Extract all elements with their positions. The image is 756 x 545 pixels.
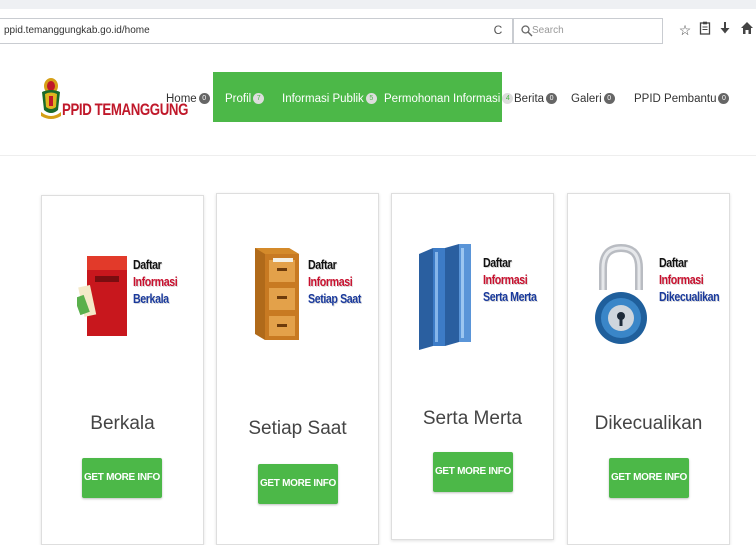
tab-strip <box>0 0 756 9</box>
nav-berita-label: Berita <box>514 93 545 105</box>
filing-cabinet-icon <box>255 248 299 340</box>
search-field[interactable]: Search <box>513 18 663 44</box>
card-dikecualikan-button[interactable]: GET MORE INFO <box>609 458 689 498</box>
nav-home-badge: 0 <box>198 93 210 105</box>
search-placeholder: Search <box>532 25 564 36</box>
card-setiap-saat-title: Setiap Saat <box>248 418 347 439</box>
card-dikecualikan-image: Daftar Informasi Dikecualikan <box>593 236 720 376</box>
reload-icon[interactable]: C <box>490 22 506 38</box>
nav-profil-badge: 7 <box>253 93 265 105</box>
nav-permohonan-informasi-label: Permohonan Informasi <box>384 93 501 105</box>
card-setiap-saat-image-text: Daftar Informasi Setiap Saat <box>308 257 361 306</box>
nav-ppid-pembantu-badge: 0 <box>718 93 730 105</box>
card-serta-merta: Daftar Informasi Serta Merta Serta Merta… <box>391 193 554 540</box>
download-icon[interactable] <box>716 20 734 40</box>
card-dikecualikan: Daftar Informasi Dikecualikan Dikecualik… <box>567 193 730 545</box>
card-berkala-image-text: Daftar Informasi Berkala <box>133 257 178 306</box>
home-icon[interactable] <box>738 20 756 40</box>
card-berkala-image: Daftar Informasi Berkala <box>67 238 185 378</box>
nav-ppid-pembantu-label: PPID Pembantu <box>634 93 717 105</box>
card-setiap-saat-image: Daftar Informasi Setiap Saat <box>242 236 361 376</box>
card-serta-merta-image: Daftar Informasi Serta Merta <box>417 236 537 376</box>
card-berkala: Daftar Informasi Berkala Berkala GET MOR… <box>41 195 204 545</box>
card-setiap-saat: Daftar Informasi Setiap Saat Setiap Saat… <box>216 193 379 545</box>
card-setiap-saat-button[interactable]: GET MORE INFO <box>258 464 338 504</box>
url-bar[interactable]: ppid.temanggungkab.go.id/home <box>0 18 513 44</box>
clipboard-icon[interactable] <box>696 20 714 40</box>
card-serta-merta-button[interactable]: GET MORE INFO <box>433 452 513 492</box>
nav-ppid-pembantu[interactable]: PPID Pembantu 0 <box>634 85 730 113</box>
star-icon[interactable]: ☆ <box>676 20 694 40</box>
card-berkala-title: Berkala <box>90 413 155 434</box>
card-dikecualikan-title: Dikecualikan <box>594 413 703 434</box>
nav-permohonan-informasi[interactable]: Permohonan Informasi 4 <box>384 85 514 113</box>
nav-profil-label: Profil <box>225 93 252 105</box>
padlock-icon <box>595 243 647 344</box>
nav-permohonan-informasi-badge: 4 <box>502 93 514 105</box>
nav-galeri[interactable]: Galeri 0 <box>571 85 615 113</box>
card-serta-merta-image-text: Daftar Informasi Serta Merta <box>483 255 537 304</box>
nav-berita[interactable]: Berita 0 <box>514 85 558 113</box>
card-dikecualikan-image-text: Daftar Informasi Dikecualikan <box>659 255 720 304</box>
books-icon <box>419 244 471 350</box>
logo[interactable] <box>38 76 64 120</box>
nav-informasi-publik[interactable]: Informasi Publik 5 <box>282 85 377 113</box>
nav-informasi-publik-label: Informasi Publik <box>282 93 364 105</box>
browser-toolbar: ppid.temanggungkab.go.id/home C Search ☆ <box>0 0 756 56</box>
nav-galeri-label: Galeri <box>571 93 602 105</box>
nav-profil[interactable]: Profil 7 <box>225 85 265 113</box>
card-berkala-button[interactable]: GET MORE INFO <box>82 458 162 498</box>
site-header: PPID TEMANGGUNG Home 0 Profil 7 Informasi … <box>0 56 756 156</box>
nav-home-label: Home <box>166 93 197 105</box>
nav-galeri-badge: 0 <box>603 93 615 105</box>
mailbox-icon <box>77 256 127 336</box>
nav-berita-badge: 0 <box>546 93 558 105</box>
nav-informasi-publik-badge: 5 <box>365 93 377 105</box>
card-serta-merta-title: Serta Merta <box>422 408 523 429</box>
nav-home[interactable]: Home 0 <box>166 85 210 113</box>
